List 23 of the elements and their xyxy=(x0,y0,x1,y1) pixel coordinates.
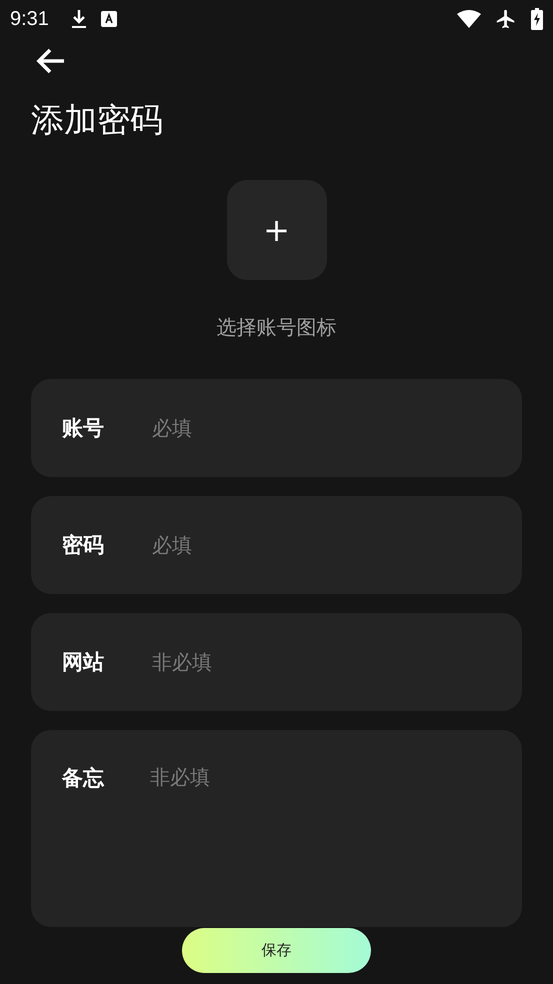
field-card[interactable]: 密码 必填 xyxy=(31,496,522,594)
battery-icon xyxy=(531,8,543,30)
airplane-icon xyxy=(495,8,517,30)
field-card[interactable]: 网站 非必填 xyxy=(31,612,522,711)
field-label: 账号 xyxy=(62,414,105,442)
save-button[interactable]: 保存 xyxy=(182,928,371,973)
app-notification-icon xyxy=(100,11,117,27)
status-time: 9:31 xyxy=(10,8,49,30)
notes-input[interactable]: 非必填 xyxy=(150,764,502,904)
back-arrow-icon xyxy=(36,48,66,74)
wifi-icon xyxy=(457,10,481,28)
field-card[interactable]: 备忘 非必填 xyxy=(31,730,522,927)
text-input[interactable]: 非必填 xyxy=(150,648,502,675)
download-icon xyxy=(70,9,87,29)
field-label: 备忘 xyxy=(62,764,106,792)
field-card[interactable]: 账号 必填 xyxy=(31,378,522,477)
text-input[interactable]: 必填 xyxy=(150,532,502,558)
page-title: 添加密码 xyxy=(31,100,164,140)
text-input[interactable]: 必填 xyxy=(150,414,502,441)
icon-picker-label: 选择账号图标 xyxy=(216,314,336,341)
add-icon-button[interactable]: + xyxy=(226,180,326,280)
field-label: 网站 xyxy=(62,648,105,676)
field-label: 密码 xyxy=(62,532,105,559)
